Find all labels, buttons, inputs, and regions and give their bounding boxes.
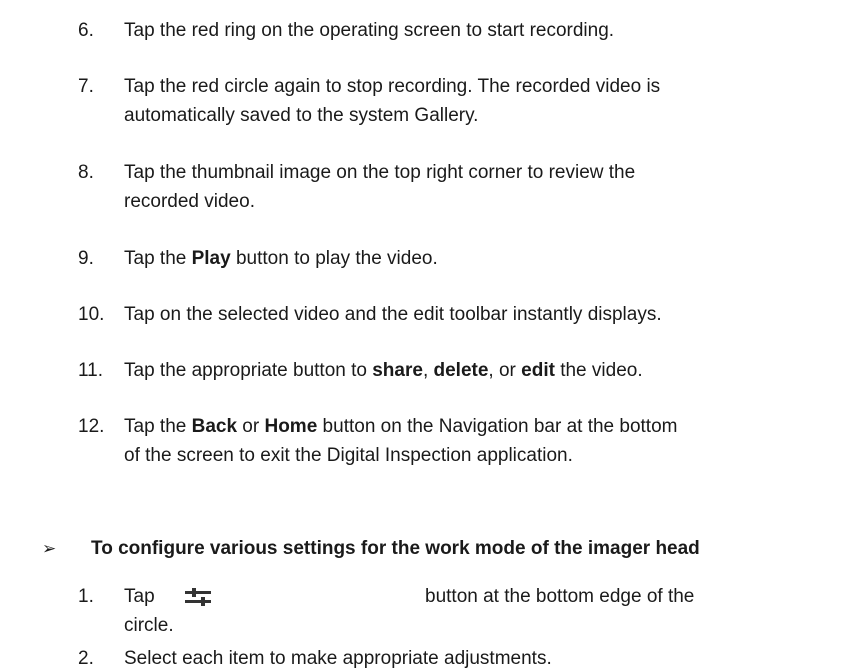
- step-text: Tap on the selected video and the edit t…: [124, 304, 662, 325]
- step-number: 8.: [78, 162, 94, 183]
- text-run: Tap the: [124, 248, 192, 269]
- step-number: 1.: [78, 586, 94, 607]
- text-run: ,: [422, 360, 434, 381]
- step-number: 7.: [78, 76, 94, 97]
- text-run: or: [237, 416, 265, 437]
- text-run: button on the Navigation bar at the bott…: [317, 416, 678, 437]
- step-text: Tap the red ring on the operating screen…: [124, 20, 615, 41]
- step-text-line2: recorded video.: [124, 191, 255, 212]
- step-text: Tap the appropriate button to share, del…: [124, 358, 830, 384]
- step-number: 6.: [78, 20, 94, 41]
- step-number: 2.: [78, 648, 94, 669]
- text-run: the video.: [554, 360, 643, 381]
- text-run: Tap the: [124, 416, 192, 437]
- step-text-line2: circle.: [124, 615, 174, 636]
- step-text-line2: automatically saved to the system Galler…: [124, 105, 479, 126]
- step-text-line1: Tap the red circle again to stop recordi…: [124, 76, 661, 97]
- play-keyword: Play: [191, 248, 231, 269]
- arrow-bullet-icon: ➢: [42, 539, 57, 558]
- delete-keyword: delete: [433, 360, 489, 381]
- step-number: 10.: [78, 304, 105, 325]
- back-keyword: Back: [191, 416, 238, 437]
- step-number: 9.: [78, 248, 94, 269]
- step-number: 12.: [78, 416, 105, 437]
- text-run: Tap the appropriate button to: [124, 360, 373, 381]
- step-text-line2: of the screen to exit the Digital Inspec…: [124, 445, 573, 466]
- step-text: Tap the Play button to play the video.: [124, 246, 830, 272]
- step-text-tap: Tap: [124, 586, 155, 607]
- settings-sliders-icon: [185, 588, 211, 606]
- edit-keyword: edit: [521, 360, 555, 381]
- home-keyword: Home: [264, 416, 318, 437]
- text-run: , or: [488, 360, 522, 381]
- step-number: 11.: [78, 360, 104, 381]
- section-heading: To configure various settings for the wo…: [91, 538, 700, 559]
- step-text: Select each item to make appropriate adj…: [124, 648, 552, 669]
- step-text-line1: Tap the thumbnail image on the top right…: [124, 162, 636, 183]
- step-text-rest: button at the bottom edge of the: [425, 586, 695, 607]
- step-text-line1: Tap the Back or Home button on the Navig…: [124, 414, 830, 440]
- share-keyword: share: [372, 360, 423, 381]
- text-run: button to play the video.: [230, 248, 438, 269]
